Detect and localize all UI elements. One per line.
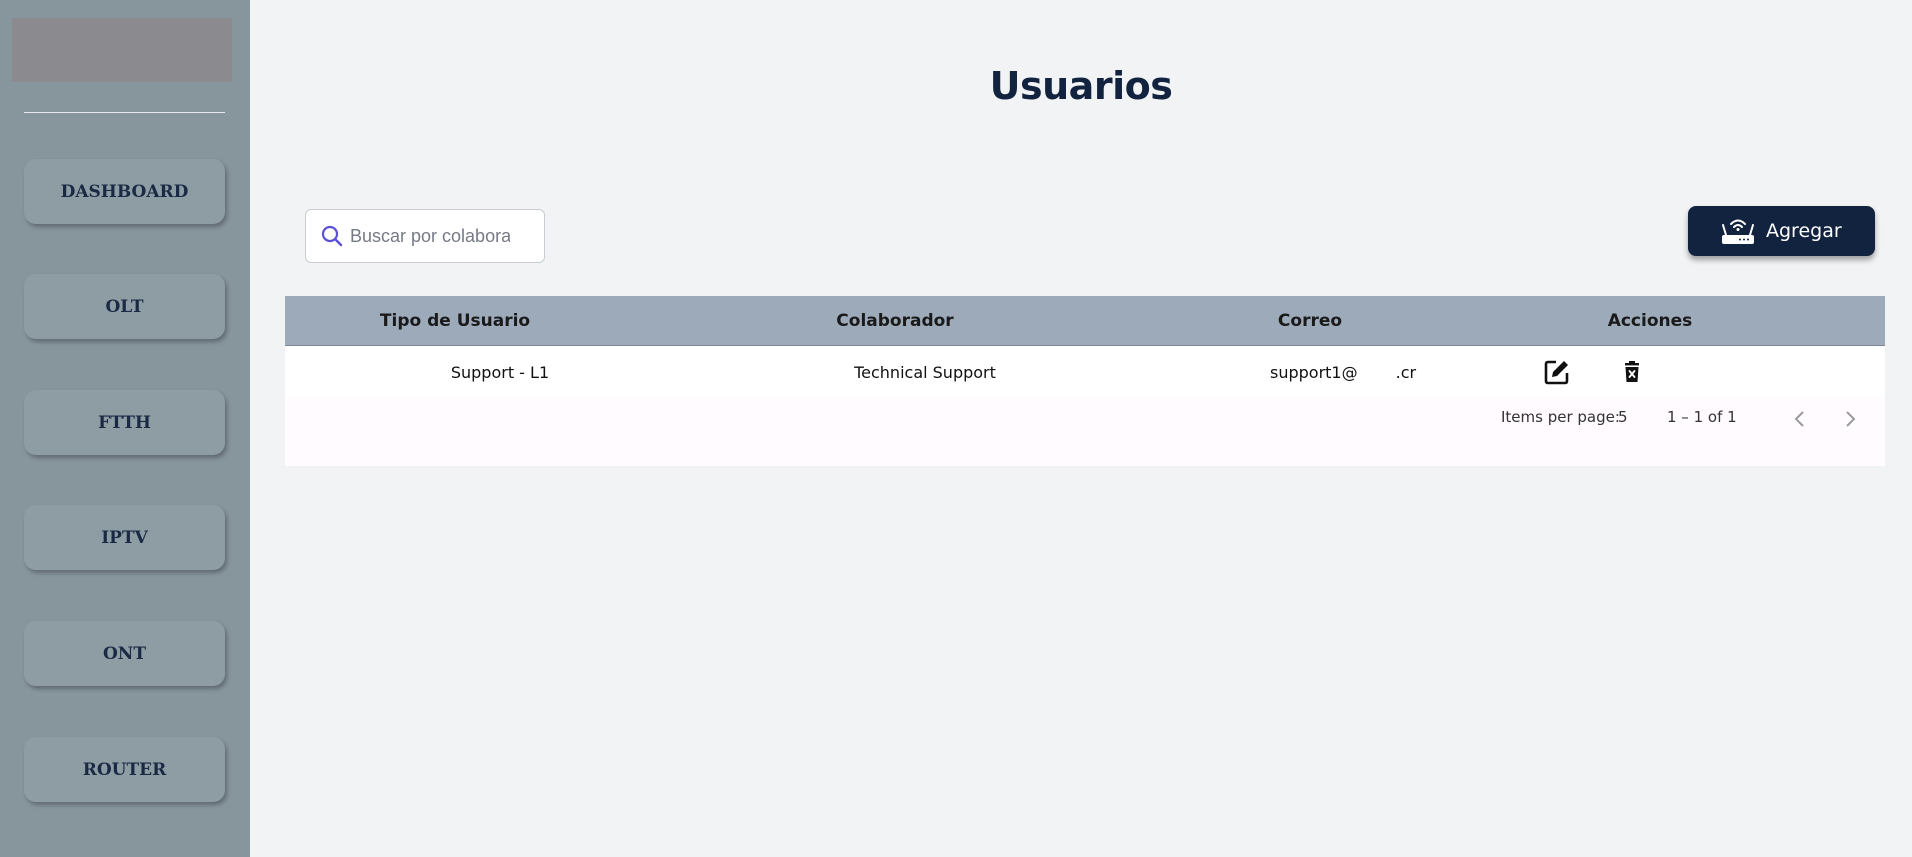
cell-colaborador: Technical Support <box>854 362 996 382</box>
sidebar: DASHBOARD OLT FTTH IPTV ONT ROUTER <box>0 0 250 857</box>
delete-icon <box>1622 361 1642 383</box>
column-header-acciones: Acciones <box>1607 311 1693 331</box>
items-per-page-label: Items per page: <box>1501 408 1620 426</box>
column-header-tipo[interactable]: Tipo de Usuario <box>325 296 585 346</box>
paginator-range: 1 – 1 of 1 <box>1667 408 1737 426</box>
search-box[interactable] <box>305 209 545 263</box>
chevron-left-icon <box>1793 410 1807 428</box>
sidebar-item-ftth[interactable]: FTTH <box>24 390 225 455</box>
chevron-right-icon <box>1843 410 1857 428</box>
sidebar-divider <box>24 112 225 113</box>
search-icon <box>320 224 344 248</box>
previous-page-button[interactable] <box>1783 402 1817 436</box>
edit-icon <box>1544 359 1570 385</box>
add-button[interactable]: Agregar <box>1688 206 1875 256</box>
page-title: Usuarios <box>989 64 1173 108</box>
search-input[interactable] <box>350 225 510 247</box>
column-header-colaborador[interactable]: Colaborador <box>775 296 1015 346</box>
correo-prefix: support1@ <box>1270 362 1358 382</box>
sidebar-item-router[interactable]: ROUTER <box>24 737 225 802</box>
sidebar-item-dashboard[interactable]: DASHBOARD <box>24 159 225 224</box>
add-button-label: Agregar <box>1766 220 1842 242</box>
sidebar-item-iptv[interactable]: IPTV <box>24 505 225 570</box>
correo-suffix: .cr <box>1395 362 1417 382</box>
table-header: Tipo de Usuario Colaborador Correo Accio… <box>285 296 1885 346</box>
logo <box>12 18 232 82</box>
sidebar-item-olt[interactable]: OLT <box>24 274 225 339</box>
cell-correo: support1@ .cr <box>1270 347 1450 397</box>
delete-button[interactable] <box>1611 351 1653 393</box>
edit-button[interactable] <box>1536 351 1578 393</box>
column-header-correo[interactable]: Correo <box>1200 296 1420 346</box>
items-per-page-select[interactable]: 5 <box>1618 408 1628 426</box>
router-icon <box>1720 215 1756 247</box>
users-table: Tipo de Usuario Colaborador Correo Accio… <box>285 296 1885 466</box>
next-page-button[interactable] <box>1833 402 1867 436</box>
cell-tipo: Support - L1 <box>450 362 550 382</box>
table-row: Support - L1 Technical Support support1@… <box>285 347 1885 397</box>
sidebar-item-ont[interactable]: ONT <box>24 621 225 686</box>
